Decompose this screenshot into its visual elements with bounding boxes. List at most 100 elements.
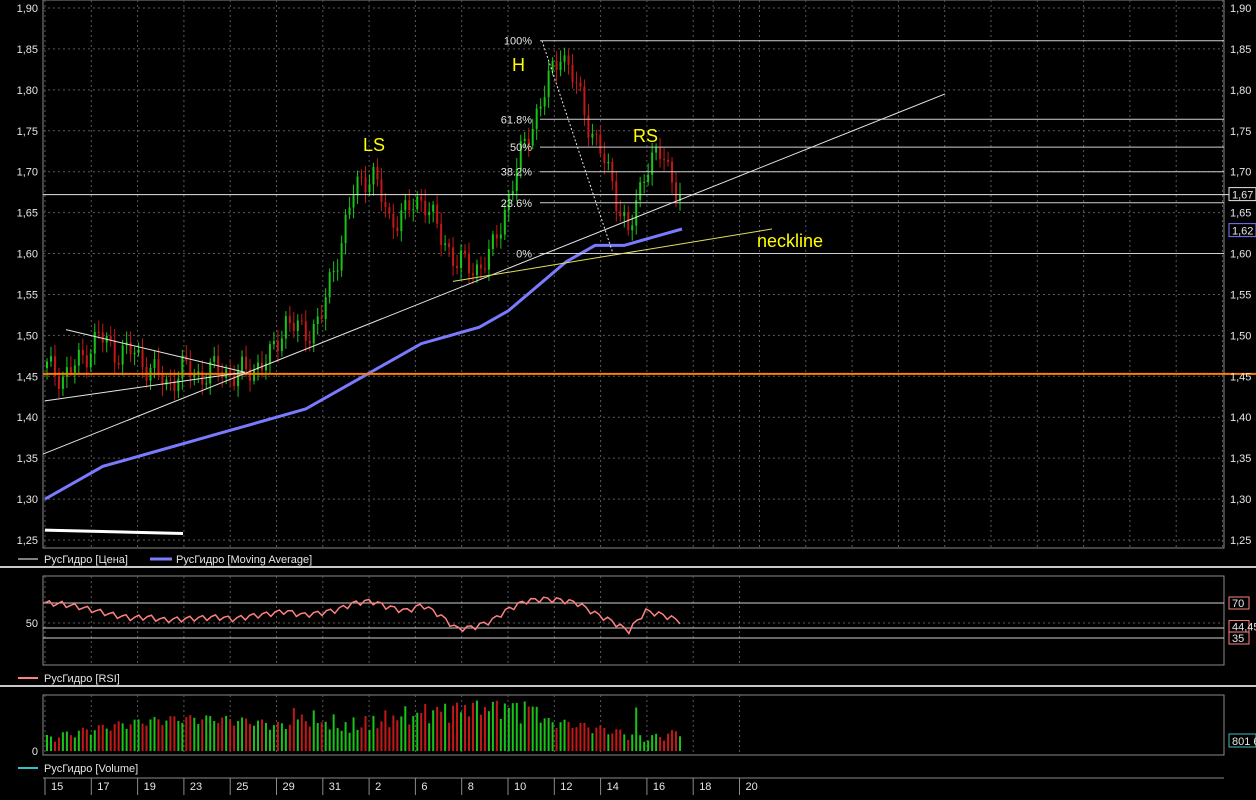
candle-body <box>468 253 470 274</box>
volume-bar <box>452 705 455 751</box>
volume-bar <box>635 707 638 751</box>
volume-bar <box>360 727 363 751</box>
candle-body <box>587 115 590 138</box>
candle-body <box>551 60 554 71</box>
volume-bar <box>428 723 431 751</box>
candle-body <box>491 234 494 250</box>
volume-bar <box>416 712 419 751</box>
candle-body <box>579 82 582 87</box>
x-tick-label: 18 <box>699 781 711 793</box>
volume-bar <box>125 728 128 751</box>
volume-bar <box>356 729 359 751</box>
candle-body <box>169 379 172 381</box>
volume-bar <box>579 722 582 751</box>
volume-bar <box>527 706 530 751</box>
volume-bar <box>161 725 164 751</box>
volume-bar <box>531 706 534 751</box>
x-tick-label: 6 <box>421 781 427 793</box>
volume-bar <box>627 739 630 751</box>
y-tick-label: 1,25 <box>17 535 38 547</box>
volume-bar <box>292 707 295 751</box>
candle-body <box>428 211 431 216</box>
candle-body <box>272 341 275 345</box>
volume-tag: 801 6 <box>1232 736 1256 748</box>
volume-bar <box>400 716 403 751</box>
volume-bar <box>129 724 132 751</box>
y-tick-label-right: 1,30 <box>1230 494 1251 506</box>
volume-bar <box>651 735 654 751</box>
candle-body <box>380 179 383 202</box>
volume-bar <box>663 740 666 751</box>
volume-ma-segment <box>44 528 184 535</box>
volume-bar <box>555 727 558 751</box>
fib-level-label: 23.6% <box>501 198 532 210</box>
candle-body <box>631 225 634 231</box>
right-shoulder-label: RS <box>633 126 658 146</box>
candle-body <box>189 360 192 378</box>
volume-bar <box>587 727 590 751</box>
volume-bar <box>105 728 108 751</box>
candle-body <box>595 133 598 135</box>
volume-bar <box>575 727 578 751</box>
volume-bar <box>535 706 538 751</box>
candle-body <box>209 361 212 384</box>
candle-body <box>316 316 319 325</box>
candle-body <box>113 340 116 363</box>
candle-body <box>344 214 347 244</box>
legend-label-ma: РусГидро [Moving Average] <box>176 554 312 566</box>
candle-body <box>93 331 96 354</box>
candle-body <box>559 61 562 70</box>
candle-body <box>643 181 646 183</box>
volume-bar <box>615 729 618 751</box>
candle-body <box>245 356 248 370</box>
volume-bar <box>121 723 124 751</box>
candle-body <box>460 250 463 269</box>
candle-body <box>328 272 331 298</box>
candle-body <box>547 70 550 98</box>
volume-bar <box>567 721 570 751</box>
candle-body <box>555 60 558 70</box>
candle-body <box>444 243 447 245</box>
candle-body <box>133 352 136 355</box>
volume-bar <box>348 732 351 751</box>
volume-bar <box>539 722 542 751</box>
volume-bar <box>396 720 399 751</box>
candle-body <box>663 159 666 161</box>
volume-bar <box>81 727 84 751</box>
candle-body <box>364 177 367 193</box>
x-tick-label: 8 <box>468 781 474 793</box>
volume-bar <box>611 733 614 751</box>
candle-body <box>456 265 459 269</box>
volume-bar <box>205 715 208 751</box>
price-panel-frame <box>42 0 1225 549</box>
volume-bar <box>352 717 355 751</box>
volume-bar <box>499 718 502 751</box>
volume-bar <box>308 726 311 751</box>
y-tick-label: 1,90 <box>17 3 38 15</box>
volume-bar <box>523 701 526 751</box>
volume-bar <box>97 725 100 751</box>
volume-bar <box>424 704 427 751</box>
candle-body <box>503 209 506 235</box>
candle-body <box>499 234 502 239</box>
x-tick-label: 14 <box>607 781 619 793</box>
candle-body <box>253 369 256 381</box>
volume-bar <box>61 732 64 751</box>
volume-bar <box>249 723 252 751</box>
candle-body <box>97 331 100 333</box>
volume-bar <box>328 729 331 751</box>
volume-bar <box>440 711 443 751</box>
candle-body <box>157 359 160 375</box>
y-tick-label: 1,80 <box>17 85 38 97</box>
candle-body <box>448 243 451 248</box>
volume-bar <box>436 706 439 751</box>
volume-bar <box>559 722 562 751</box>
candle-body <box>213 356 216 362</box>
candle-body <box>619 211 622 217</box>
rsi-tag: 35 <box>1232 633 1244 645</box>
volume-bar <box>376 728 379 751</box>
candle-body <box>121 345 124 365</box>
volume-bar <box>332 714 335 751</box>
candle-body <box>424 200 427 216</box>
volume-panel-frame <box>42 694 1225 756</box>
